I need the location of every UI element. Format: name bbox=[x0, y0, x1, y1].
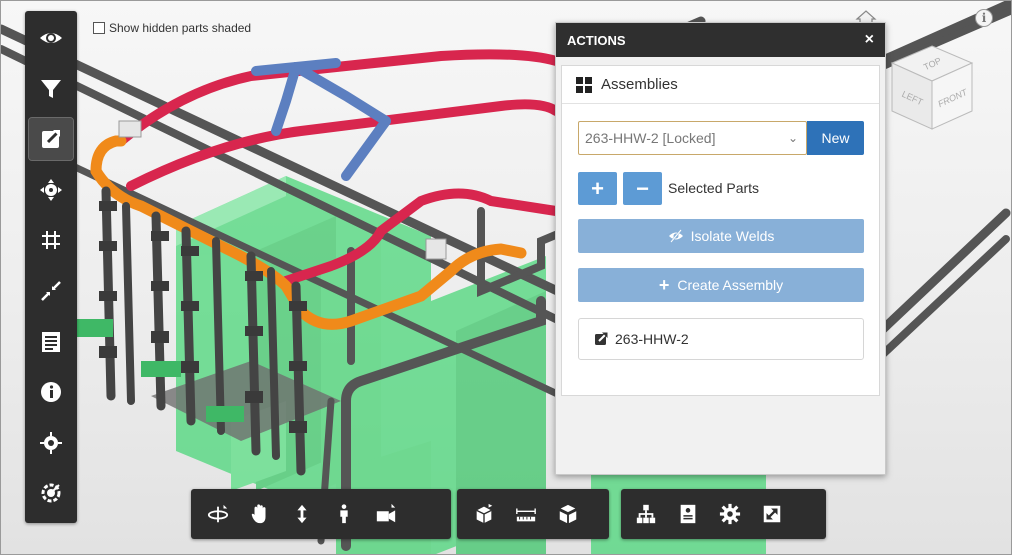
eye-icon bbox=[40, 33, 62, 44]
explode-model-button[interactable] bbox=[549, 494, 587, 534]
new-assembly-button[interactable]: New bbox=[807, 121, 864, 155]
camera-button[interactable] bbox=[367, 494, 405, 534]
explode-cube-icon bbox=[559, 504, 577, 524]
filter-icon bbox=[41, 79, 61, 98]
edit-external-button[interactable] bbox=[28, 117, 74, 162]
show-hidden-parts-toggle[interactable]: Show hidden parts shaded bbox=[93, 21, 251, 35]
first-person-button[interactable] bbox=[325, 494, 363, 534]
fullscreen-button[interactable] bbox=[753, 494, 791, 534]
create-assembly-label: Create Assembly bbox=[677, 277, 784, 293]
explode-button[interactable] bbox=[29, 169, 73, 211]
collapse-icon bbox=[41, 281, 61, 301]
zoom-icon bbox=[297, 504, 307, 524]
measure-button[interactable] bbox=[507, 494, 545, 534]
create-assembly-button[interactable]: + Create Assembly bbox=[578, 268, 864, 302]
model-tree-icon bbox=[636, 504, 656, 524]
orbit-icon bbox=[207, 504, 229, 523]
plus-icon: + bbox=[658, 274, 670, 295]
view-cube[interactable]: TOP LEFT FRONT bbox=[887, 41, 977, 136]
measure-icon bbox=[516, 508, 536, 522]
properties-info-button[interactable] bbox=[29, 371, 73, 413]
isolate-welds-button[interactable]: Isolate Welds bbox=[578, 219, 864, 253]
navigation-toolbar bbox=[191, 489, 451, 539]
target-icon bbox=[40, 431, 62, 454]
section-button[interactable] bbox=[465, 494, 503, 534]
first-person-icon bbox=[340, 504, 348, 524]
show-hidden-checkbox[interactable] bbox=[93, 22, 105, 34]
assembly-list-item[interactable]: 263-HHW-2 bbox=[578, 318, 864, 360]
assemblies-grid-icon bbox=[576, 76, 592, 93]
model-tree-button[interactable] bbox=[627, 494, 665, 534]
panels-toolbar bbox=[621, 489, 826, 539]
list-button[interactable] bbox=[29, 321, 73, 363]
properties-icon bbox=[680, 504, 696, 524]
chevron-down-icon: ⌄ bbox=[787, 131, 798, 145]
orbit-button[interactable] bbox=[199, 494, 237, 534]
close-icon[interactable]: × bbox=[865, 32, 874, 48]
pan-icon bbox=[251, 504, 266, 524]
zoom-button[interactable] bbox=[283, 494, 321, 534]
viewer-canvas[interactable]: Show hidden parts shaded i TOP LEFT FRON… bbox=[0, 0, 1012, 555]
show-hidden-label: Show hidden parts shaded bbox=[109, 21, 252, 35]
fullscreen-icon bbox=[763, 505, 781, 523]
assembly-select[interactable]: 263-HHW-2 [Locked] ⌄ bbox=[578, 121, 807, 155]
properties-button[interactable] bbox=[669, 494, 707, 534]
tools-toolbar bbox=[457, 489, 609, 539]
filter-button[interactable] bbox=[29, 68, 73, 110]
actions-header: ACTIONS × bbox=[556, 23, 885, 57]
settings-button[interactable] bbox=[711, 494, 749, 534]
grid-icon bbox=[42, 231, 60, 250]
info-circle-icon bbox=[41, 382, 61, 403]
add-parts-button[interactable]: + bbox=[578, 172, 617, 205]
settings-icon bbox=[719, 503, 741, 525]
assembly-item-label: 263-HHW-2 bbox=[615, 331, 689, 347]
assemblies-title: Assemblies bbox=[601, 76, 678, 93]
assembly-select-value: 263-HHW-2 [Locked] bbox=[585, 130, 716, 146]
grid-button[interactable] bbox=[29, 219, 73, 261]
external-link-icon bbox=[595, 332, 608, 345]
left-toolbar bbox=[25, 11, 77, 523]
viewer-info-icon[interactable]: i bbox=[975, 9, 993, 27]
camera-icon bbox=[376, 503, 396, 523]
section-icon bbox=[476, 503, 493, 524]
list-icon bbox=[42, 331, 60, 352]
target-settings-button[interactable] bbox=[29, 472, 73, 514]
pan-button[interactable] bbox=[241, 494, 279, 534]
explode-icon bbox=[40, 178, 62, 201]
actions-title: ACTIONS bbox=[567, 32, 626, 48]
focus-button[interactable] bbox=[29, 422, 73, 464]
remove-parts-button[interactable]: − bbox=[623, 172, 662, 205]
visibility-button[interactable] bbox=[29, 17, 73, 59]
isolate-welds-label: Isolate Welds bbox=[690, 228, 775, 244]
assemblies-header: Assemblies bbox=[562, 66, 879, 104]
edit-external-icon bbox=[42, 130, 60, 149]
eye-slash-icon bbox=[668, 229, 683, 243]
collapse-button[interactable] bbox=[29, 270, 73, 312]
settings-target-icon bbox=[41, 483, 61, 503]
selected-parts-label: Selected Parts bbox=[668, 180, 760, 196]
actions-panel: ACTIONS × Assemblies 263-HHW-2 [Locked] … bbox=[555, 22, 886, 475]
assemblies-section: Assemblies 263-HHW-2 [Locked] ⌄ New + − … bbox=[561, 65, 880, 396]
